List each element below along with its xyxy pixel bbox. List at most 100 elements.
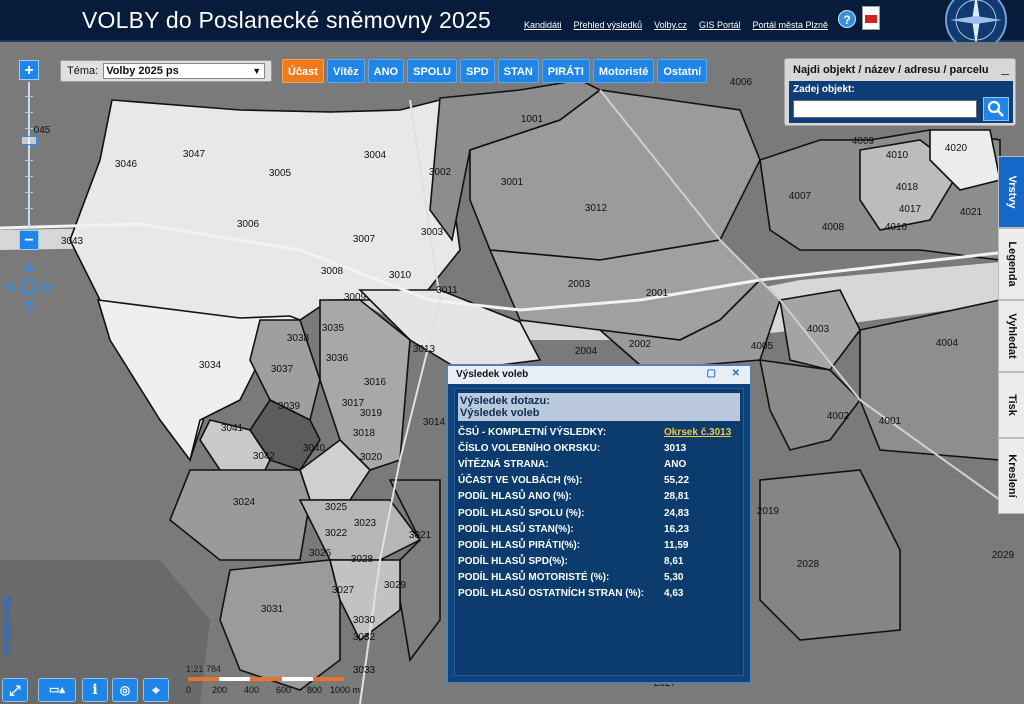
tab-vrstvy[interactable]: Vrstvy [998,156,1024,228]
tab-legenda[interactable]: Legenda [998,228,1024,300]
district-label[interactable]: 3003 [421,227,444,238]
district-label[interactable]: 3029 [384,580,407,591]
district-label[interactable]: 3040 [303,443,326,454]
district-label[interactable]: 3035 [322,323,345,334]
party-button-spolu[interactable]: SPOLU [407,59,458,83]
district-label[interactable]: 3007 [353,234,376,245]
district-label[interactable]: 4009 [852,136,875,147]
district-label[interactable]: 3021 [409,530,432,541]
link-portal-mesta-plzne[interactable]: Portál města Plzně [752,20,828,30]
district-label[interactable]: 3002 [429,167,452,178]
party-button-vitez[interactable]: Vítěz [326,59,365,83]
zoom-out-button[interactable]: − [19,230,39,250]
link-kandidati[interactable]: Kandidáti [524,20,562,30]
zoom-slider-thumb[interactable] [21,136,37,145]
district-label[interactable]: 3042 [253,451,276,462]
district-label[interactable]: 4003 [807,324,830,335]
district-label[interactable]: 3047 [183,149,206,160]
tab-vyhledat[interactable]: Vyhledat [998,300,1024,372]
okrsek-link[interactable]: Okrsek č.3013 [664,427,731,438]
district-label[interactable]: 3041 [221,423,244,434]
pan-control[interactable] [4,262,54,312]
party-button-pirati[interactable]: PIRÁTI [541,59,590,83]
district-label[interactable]: 4017 [899,204,922,215]
district-label[interactable]: 3046 [115,159,138,170]
district-label[interactable]: 3039 [278,401,301,412]
minimize-icon[interactable]: _ [1001,59,1009,75]
location-pin-icon[interactable]: ◎ [112,678,138,702]
measure-ruler-icon[interactable]: ▭▴ [38,678,76,702]
party-button-stan[interactable]: STAN [497,59,539,83]
search-input[interactable] [793,100,977,118]
party-button-ano[interactable]: ANO [367,59,405,83]
district-label[interactable]: 4021 [960,207,983,218]
fullscreen-icon[interactable]: ⤢ [2,678,28,702]
district-label[interactable]: 2029 [992,550,1015,561]
district-label[interactable]: 3038 [287,333,310,344]
district-label[interactable]: 4008 [822,222,845,233]
district-label[interactable]: 4002 [827,411,850,422]
search-button[interactable] [983,97,1009,121]
result-popup[interactable]: Výsledek voleb ▢ ✕ Výsledek dotazu: Výsl… [446,364,752,684]
party-button-ostatni[interactable]: Ostatní [657,59,708,83]
district-label[interactable]: 4004 [936,338,959,349]
district-label[interactable]: 2001 [646,288,669,299]
district-label[interactable]: 3009 [344,292,367,303]
tab-tisk[interactable]: Tisk [998,372,1024,438]
district-label[interactable]: 3011 [436,285,458,296]
district-label[interactable]: 3020 [360,452,383,463]
zoom-track[interactable] [28,82,30,228]
district-label[interactable]: 3030 [353,615,376,626]
link-gis-portal[interactable]: GIS Portál [699,20,741,30]
district-label[interactable]: 3022 [325,528,348,539]
district-label[interactable]: 3016 [364,377,387,388]
district-label[interactable]: 3032 [353,632,376,643]
district-label[interactable]: 4016 [885,222,908,233]
district-label[interactable]: 1001 [521,114,544,125]
link-volby-cz[interactable]: Volby.cz [654,20,687,30]
district-label[interactable]: 4005 [751,341,774,352]
district-label[interactable]: 3005 [269,168,292,179]
district-label[interactable]: 3012 [585,203,608,214]
district-label[interactable]: 3006 [237,219,260,230]
district-label[interactable]: 2019 [757,506,780,517]
district-label[interactable]: 2004 [575,346,598,357]
district-label[interactable]: 4007 [789,191,812,202]
theme-select[interactable]: Volby 2025 ps ▼ [103,63,266,79]
party-button-motoriste[interactable]: Motoristé [592,59,655,83]
district-label[interactable]: 4020 [945,143,968,154]
maximize-icon[interactable]: ▢ [707,368,716,379]
district-label[interactable]: 3010 [389,270,412,281]
zoom-in-button[interactable]: + [19,60,39,80]
district-label[interactable]: 3024 [233,497,256,508]
district-label[interactable]: 3028 [351,554,374,565]
pdf-icon[interactable] [862,6,880,30]
district-label[interactable]: 3036 [326,353,349,364]
district-label[interactable]: 2028 [797,559,820,570]
district-label[interactable]: 3023 [354,518,377,529]
district-label[interactable]: 3018 [353,428,376,439]
district-label[interactable]: 3025 [325,502,348,513]
district-label[interactable]: 4018 [896,182,919,193]
district-label[interactable]: 4001 [879,416,902,427]
district-label[interactable]: 3034 [199,360,222,371]
district-label[interactable]: 3031 [261,604,284,615]
district-label[interactable]: 4010 [886,150,909,161]
district-label[interactable]: 2002 [629,339,652,350]
party-button-ucast[interactable]: Účast [282,59,324,83]
link-prehled-vysledku[interactable]: Přehled výsledků [574,20,643,30]
help-icon[interactable]: ? [838,10,856,28]
party-button-spd[interactable]: SPD [460,59,495,83]
gps-locate-icon[interactable]: ⌖ [143,678,169,702]
district-label[interactable]: 3026 [309,548,332,559]
district-label[interactable]: 3013 [413,344,436,355]
district-label[interactable]: 3004 [364,150,387,161]
popup-titlebar[interactable]: Výsledek voleb ▢ ✕ [448,366,750,384]
district-label[interactable]: 2003 [568,279,591,290]
district-label[interactable]: 3027 [332,585,355,596]
info-icon[interactable]: i [82,678,108,702]
district-label[interactable]: 3043 [61,236,84,247]
district-label[interactable]: 3001 [501,177,524,188]
district-label[interactable]: 4006 [730,77,753,88]
district-label[interactable]: 3008 [321,266,344,277]
